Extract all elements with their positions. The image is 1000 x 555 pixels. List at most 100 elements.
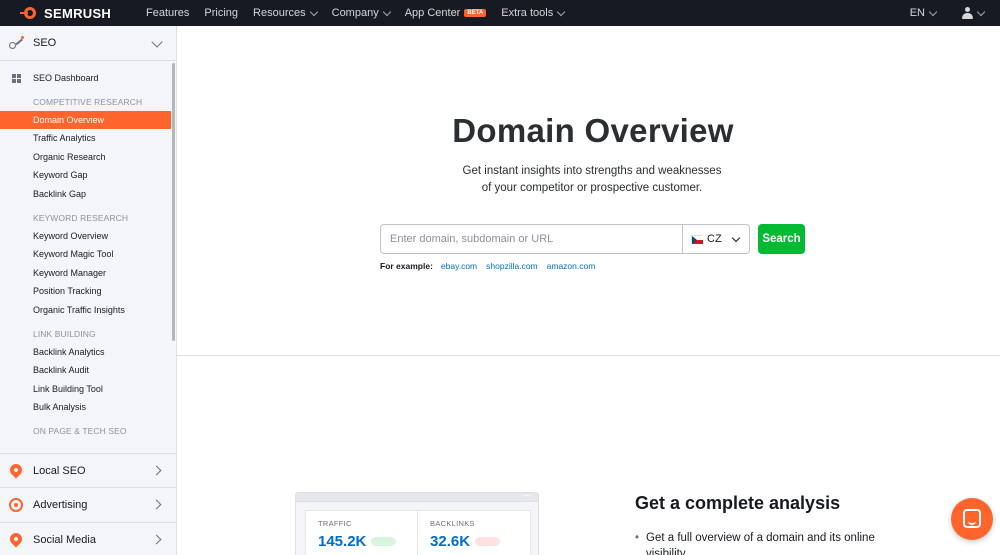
metric-label: TRAFFIC xyxy=(318,519,352,528)
nav-right: EN xyxy=(909,0,986,26)
sidebar-section-seo[interactable]: SEO xyxy=(0,26,176,61)
brand-name: SEMRUSH xyxy=(44,5,112,21)
top-navigation: SEMRUSH Features Pricing Resources Compa… xyxy=(0,0,1000,26)
examples-label: For example: xyxy=(380,261,433,271)
window-dots: ••• xyxy=(522,494,532,500)
sidebar-section-label: Local SEO xyxy=(33,464,86,477)
chevron-right-icon xyxy=(151,499,162,510)
metric-backlinks: BACKLINKS 32.6K xyxy=(418,511,530,555)
sidebar-item-bulk-analysis[interactable]: Bulk Analysis xyxy=(0,398,171,416)
sidebar-item-keyword-gap[interactable]: Keyword Gap xyxy=(0,166,171,184)
user-menu[interactable] xyxy=(962,7,986,19)
grid-icon xyxy=(12,73,21,83)
nav-extra-tools[interactable]: Extra tools xyxy=(501,7,566,19)
sidebar-section-label: Social Media xyxy=(33,534,96,546)
database-code: CZ xyxy=(707,233,722,245)
search-examples: For example: ebay.com shopzilla.com amaz… xyxy=(380,261,604,271)
chevron-up-icon xyxy=(151,36,163,48)
location-pin-icon xyxy=(7,461,25,479)
group-on-page-tech-seo: ON PAGE & TECH SEO xyxy=(33,426,127,437)
page-title: Domain Overview xyxy=(452,112,734,149)
example-link-shopzilla[interactable]: shopzilla.com xyxy=(486,261,538,271)
group-link-building: LINK BUILDING xyxy=(33,328,96,339)
metric-traffic: TRAFFIC 145.2K xyxy=(306,511,419,555)
search-form: CZ Search xyxy=(380,224,805,254)
target-icon xyxy=(8,497,24,513)
nav-resources-label: Resources xyxy=(253,7,306,19)
chevron-down-icon xyxy=(382,7,391,16)
language-label: EN xyxy=(909,7,925,19)
chevron-down-icon xyxy=(731,233,741,243)
sidebar-section-advertising[interactable]: Advertising xyxy=(0,488,176,523)
location-pin-icon xyxy=(7,530,25,548)
sidebar-item-keyword-manager[interactable]: Keyword Manager xyxy=(0,264,171,282)
nav-resources[interactable]: Resources xyxy=(253,7,318,19)
nav-pricing-label: Pricing xyxy=(204,7,239,19)
sidebar-scrollbar[interactable] xyxy=(172,63,175,341)
chevron-down-icon xyxy=(976,7,986,16)
page-subtitle: Get instant insights into strengths and … xyxy=(177,163,1000,197)
chevron-down-icon xyxy=(928,7,938,16)
preview-metrics: TRAFFIC 145.2K BACKLINKS 32.6K xyxy=(305,510,531,555)
metric-value: 145.2K xyxy=(318,533,367,550)
sidebar-item-link-building-tool[interactable]: Link Building Tool xyxy=(0,380,171,398)
chevron-down-icon xyxy=(309,7,318,16)
chevron-right-icon xyxy=(151,465,162,476)
sidebar-item-backlink-audit[interactable]: Backlink Audit xyxy=(0,361,171,379)
sidebar-item-keyword-magic-tool[interactable]: Keyword Magic Tool xyxy=(0,245,171,263)
group-competitive-research: COMPETITIVE RESEARCH xyxy=(33,97,143,107)
sidebar-section-label: SEO xyxy=(33,37,57,49)
language-selector[interactable]: EN xyxy=(909,7,938,19)
sidebar-item-traffic-analytics[interactable]: Traffic Analytics xyxy=(0,129,171,147)
analysis-heading: Get a complete analysis xyxy=(635,493,841,513)
sidebar-item-organic-traffic-insights[interactable]: Organic Traffic Insights xyxy=(0,301,171,319)
metric-label: BACKLINKS xyxy=(430,519,475,528)
seo-icon xyxy=(8,35,24,51)
sidebar-section-label: Advertising xyxy=(33,499,88,511)
semrush-logo[interactable]: SEMRUSH xyxy=(20,6,130,21)
example-link-amazon[interactable]: amazon.com xyxy=(547,261,596,271)
example-link-ebay[interactable]: ebay.com xyxy=(441,261,477,271)
user-icon xyxy=(962,7,973,19)
trend-pill xyxy=(371,537,397,546)
domain-search-input[interactable] xyxy=(380,224,683,254)
chevron-down-icon xyxy=(556,7,566,16)
metric-value: 32.6K xyxy=(430,533,471,550)
trend-pill xyxy=(475,537,501,546)
chevron-right-icon xyxy=(151,534,162,545)
nav-app-center[interactable]: App Center BETA xyxy=(405,7,487,19)
sidebar-item-keyword-overview[interactable]: Keyword Overview xyxy=(0,227,171,245)
subtitle-line: of your competitor or prospective custom… xyxy=(481,182,703,194)
seo-menu: SEO Dashboard COMPETITIVE RESEARCH Domai… xyxy=(0,61,176,453)
nav-app-center-label: App Center xyxy=(404,7,461,19)
nav-features-label: Features xyxy=(146,7,190,19)
nav-extra-tools-label: Extra tools xyxy=(501,7,554,19)
nav-menu: Features Pricing Resources Company App C… xyxy=(146,7,579,19)
database-select[interactable]: CZ xyxy=(683,224,750,254)
sidebar-item-backlink-gap[interactable]: Backlink Gap xyxy=(0,185,171,203)
main-content: Domain Overview Get instant insights int… xyxy=(177,26,1000,555)
sidebar-section-local-seo[interactable]: Local SEO xyxy=(0,453,176,488)
sidebar-item-position-tracking[interactable]: Position Tracking xyxy=(0,282,171,300)
semrush-logo-icon xyxy=(20,7,40,19)
nav-company[interactable]: Company xyxy=(332,7,391,19)
analysis-bullets: Get a full overview of a domain and its … xyxy=(635,530,895,555)
sidebar-item-backlink-analytics[interactable]: Backlink Analytics xyxy=(0,343,171,361)
chat-icon xyxy=(963,509,981,528)
sidebar-item-seo-dashboard[interactable]: SEO Dashboard xyxy=(0,69,176,87)
chat-launcher-button[interactable] xyxy=(951,498,993,540)
preview-card: ••• TRAFFIC 145.2K BACKLINKS 32.6K xyxy=(295,492,539,555)
beta-badge: BETA xyxy=(464,9,487,17)
search-button[interactable]: Search xyxy=(758,224,805,254)
czech-flag-icon xyxy=(691,235,703,244)
hero-section: Domain Overview Get instant insights int… xyxy=(177,26,1000,356)
sidebar-item-domain-overview[interactable]: Domain Overview xyxy=(0,111,171,130)
sidebar-section-social-media[interactable]: Social Media xyxy=(0,523,176,555)
subtitle-line: Get instant insights into strengths and … xyxy=(462,165,722,177)
nav-features[interactable]: Features xyxy=(146,7,189,19)
preview-window-bar: ••• xyxy=(296,493,538,502)
nav-pricing[interactable]: Pricing xyxy=(204,7,238,19)
list-item: Get a full overview of a domain and its … xyxy=(635,530,895,555)
sidebar-item-organic-research[interactable]: Organic Research xyxy=(0,148,171,166)
sidebar: SEO SEO Dashboard COMPETITIVE RESEARCH D… xyxy=(0,26,177,555)
